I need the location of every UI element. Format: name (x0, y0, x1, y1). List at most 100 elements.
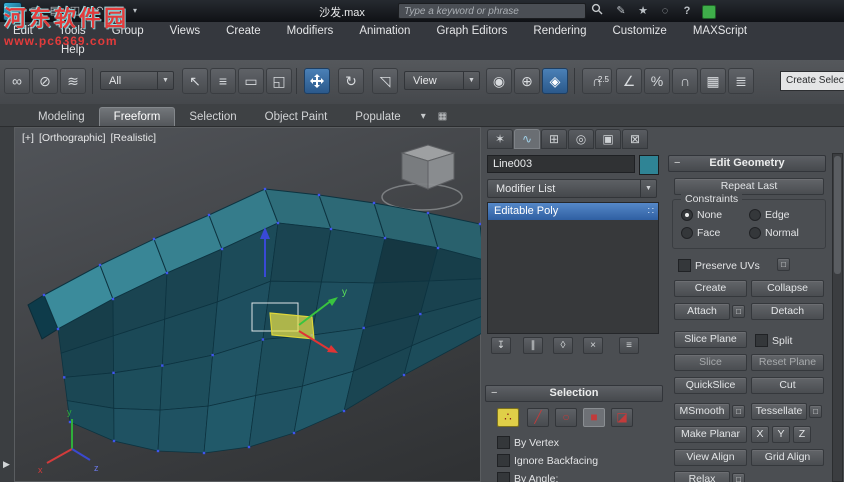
slice-button[interactable]: Slice (674, 354, 747, 371)
relax-button[interactable]: Relax (674, 471, 730, 482)
msmooth-settings-button[interactable]: □ (732, 405, 745, 418)
new-scene-icon[interactable]: □ (26, 3, 44, 19)
motion-tab[interactable]: ◎ (568, 129, 594, 149)
viewport-menu-shading[interactable]: [Realistic] (111, 132, 157, 144)
edit-named-selection-sets-icon[interactable]: ▦ (700, 68, 726, 94)
select-by-name-icon[interactable]: ≡ (210, 68, 236, 94)
planar-x-button[interactable]: X (751, 426, 769, 443)
menu-animation[interactable]: Animation (346, 22, 423, 41)
constraint-face-option[interactable]: Face (681, 227, 720, 239)
selection-rollout-header[interactable]: − Selection (485, 385, 663, 402)
menu-rendering[interactable]: Rendering (520, 22, 599, 41)
expand-panel-arrow-icon[interactable]: ▶ (3, 459, 10, 470)
relax-settings-button[interactable]: □ (732, 473, 745, 482)
ignore-backfacing-checkbox[interactable] (497, 454, 510, 467)
app-menu-icon[interactable] (3, 2, 22, 21)
select-object-icon[interactable]: ↖ (182, 68, 208, 94)
menu-graph-editors[interactable]: Graph Editors (423, 22, 520, 41)
modifier-list-dropdown[interactable]: Modifier List ▼ (487, 179, 657, 198)
constraint-edge-option[interactable]: Edge (749, 209, 790, 221)
named-selection-set-field[interactable]: Create Selection S (780, 71, 844, 91)
quick-access-caret-icon[interactable]: ▾ (126, 3, 144, 19)
ribbon-minimize-icon[interactable]: ▦ (432, 107, 453, 126)
object-name-field[interactable]: Line003 (487, 155, 635, 173)
pin-stack-icon[interactable]: ↧ (491, 337, 511, 354)
redo-icon[interactable]: ↷ (108, 3, 126, 19)
reset-plane-button[interactable]: Reset Plane (751, 354, 824, 371)
detach-button[interactable]: Detach (751, 303, 824, 320)
ribbon-tab-selection[interactable]: Selection (175, 108, 250, 126)
percent-snap-icon[interactable]: % (644, 68, 670, 94)
face-radio[interactable] (681, 227, 693, 239)
select-and-link-icon[interactable]: ∞ (4, 68, 30, 94)
slice-plane-button[interactable]: Slice Plane (674, 331, 747, 348)
attach-button[interactable]: Attach (674, 303, 730, 320)
by-vertex-option[interactable]: By Vertex (497, 436, 559, 449)
display-tab[interactable]: ▣ (595, 129, 621, 149)
snaps-toggle-icon[interactable]: ∩ 2.5 (582, 68, 612, 94)
utilities-tab[interactable]: ⊠ (622, 129, 648, 149)
make-planar-button[interactable]: Make Planar (674, 426, 747, 443)
create-tab[interactable]: ✶ (487, 129, 513, 149)
open-file-icon[interactable]: ▤ (46, 3, 64, 19)
sign-in-icon[interactable]: ✎ (612, 3, 630, 19)
app-store-icon[interactable] (702, 5, 716, 19)
split-checkbox[interactable] (755, 334, 768, 347)
edge-subobject-button[interactable]: ╱ (527, 408, 549, 427)
preserve-uvs-option[interactable]: Preserve UVs (678, 259, 760, 272)
unlink-selection-icon[interactable]: ⊘ (32, 68, 58, 94)
help-icon[interactable]: ? (678, 3, 696, 19)
constraint-normal-option[interactable]: Normal (749, 227, 799, 239)
remove-modifier-icon[interactable]: × (583, 337, 603, 354)
menu-create[interactable]: Create (213, 22, 274, 41)
menu-customize[interactable]: Customize (599, 22, 679, 41)
bind-to-spacewarp-icon[interactable]: ≋ (60, 68, 86, 94)
select-and-place-icon[interactable]: ⊕ (514, 68, 540, 94)
keyboard-shortcut-override-icon[interactable]: ≣ (728, 68, 754, 94)
menu-help[interactable]: Help (48, 41, 98, 60)
border-subobject-button[interactable]: ○ (555, 408, 577, 427)
reference-coordinate-dropdown[interactable]: View ▼ (404, 71, 480, 90)
planar-y-button[interactable]: Y (772, 426, 790, 443)
panel-scrollbar[interactable] (832, 153, 843, 482)
scrollbar-thumb[interactable] (834, 156, 841, 274)
hierarchy-tab[interactable]: ⊞ (541, 129, 567, 149)
menu-group[interactable]: Group (99, 22, 157, 41)
menu-edit[interactable]: Edit (0, 22, 46, 41)
modify-tab[interactable]: ∿ (514, 129, 540, 149)
window-crossing-icon[interactable]: ◱ (266, 68, 292, 94)
cut-button[interactable]: Cut (751, 377, 824, 394)
select-and-move-icon[interactable] (304, 68, 330, 94)
edit-geometry-rollout-header[interactable]: − Edit Geometry (668, 155, 826, 172)
grid-align-button[interactable]: Grid Align (751, 449, 824, 466)
modifier-stack[interactable]: Editable Poly ∷ (487, 202, 659, 334)
viewport-menu-plus[interactable]: [+] (22, 132, 34, 144)
menu-modifiers[interactable]: Modifiers (274, 22, 347, 41)
viewport-menu-view[interactable]: [Orthographic] (39, 132, 106, 144)
msmooth-button[interactable]: MSmooth (674, 403, 730, 420)
polygon-subobject-button[interactable]: ■ (583, 408, 605, 427)
planar-z-button[interactable]: Z (793, 426, 811, 443)
ribbon-tab-freeform[interactable]: Freeform (98, 107, 176, 126)
rectangular-selection-region-icon[interactable]: ▭ (238, 68, 264, 94)
constraint-none-option[interactable]: None (681, 209, 722, 221)
viewport-scene[interactable]: y x y z (14, 127, 481, 482)
create-button[interactable]: Create (674, 280, 747, 297)
spinner-snap-icon[interactable]: ∩ (672, 68, 698, 94)
select-and-scale-icon[interactable]: ◹ (372, 68, 398, 94)
split-option[interactable]: Split (755, 334, 792, 347)
by-angle-checkbox[interactable] (497, 472, 510, 482)
attach-settings-button[interactable]: □ (732, 305, 745, 318)
by-vertex-checkbox[interactable] (497, 436, 510, 449)
ribbon-tab-modeling[interactable]: Modeling (24, 108, 99, 126)
select-and-manipulate-icon[interactable]: ◈ (542, 68, 568, 94)
search-input[interactable] (398, 3, 586, 19)
undo-icon[interactable]: ↶ (90, 3, 108, 19)
save-file-icon[interactable]: ◫ (66, 3, 84, 19)
menu-tools[interactable]: Tools (46, 22, 99, 41)
angle-snap-icon[interactable]: ∠ (616, 68, 642, 94)
normal-radio[interactable] (749, 227, 761, 239)
make-unique-icon[interactable]: ◊ (553, 337, 573, 354)
menu-maxscript[interactable]: MAXScript (680, 22, 760, 41)
search-icon[interactable] (588, 3, 606, 19)
